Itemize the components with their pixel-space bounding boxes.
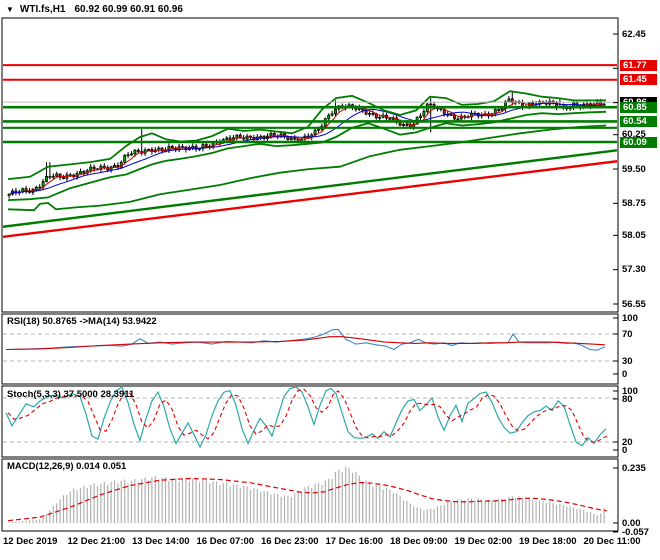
rsi-indicator-label: RSI(18) 50.8765 ->MA(14) 53.9422 — [7, 316, 157, 327]
price-chart-pane[interactable] — [2, 18, 618, 312]
ohlc-quote-label: 60.92 60.99 60.91 60.96 — [74, 4, 183, 15]
price-badge-60.85: 60.85 — [620, 101, 657, 113]
price-badge-60.09: 60.09 — [620, 136, 657, 148]
macd-indicator-label: MACD(12,26,9) 0.014 0.051 — [7, 461, 127, 472]
chart-title: ▼ WTI.fs,H1 60.92 60.99 60.91 60.96 — [6, 4, 183, 15]
price-badge-61.77: 61.77 — [620, 59, 657, 71]
trading-chart-window: ▼ WTI.fs,H1 60.92 60.99 60.91 60.96 RSI(… — [0, 0, 660, 560]
stoch-indicator-label: Stoch(5,3,3) 37.5000 28.3911 — [7, 389, 135, 400]
collapse-triangle-icon[interactable]: ▼ — [6, 5, 14, 15]
price-badge-60.54: 60.54 — [620, 115, 657, 127]
symbol-timeframe-label: WTI.fs,H1 — [19, 4, 66, 15]
time-axis[interactable] — [2, 532, 618, 552]
price-axis[interactable] — [618, 18, 660, 531]
price-badge-61.45: 61.45 — [620, 74, 657, 86]
